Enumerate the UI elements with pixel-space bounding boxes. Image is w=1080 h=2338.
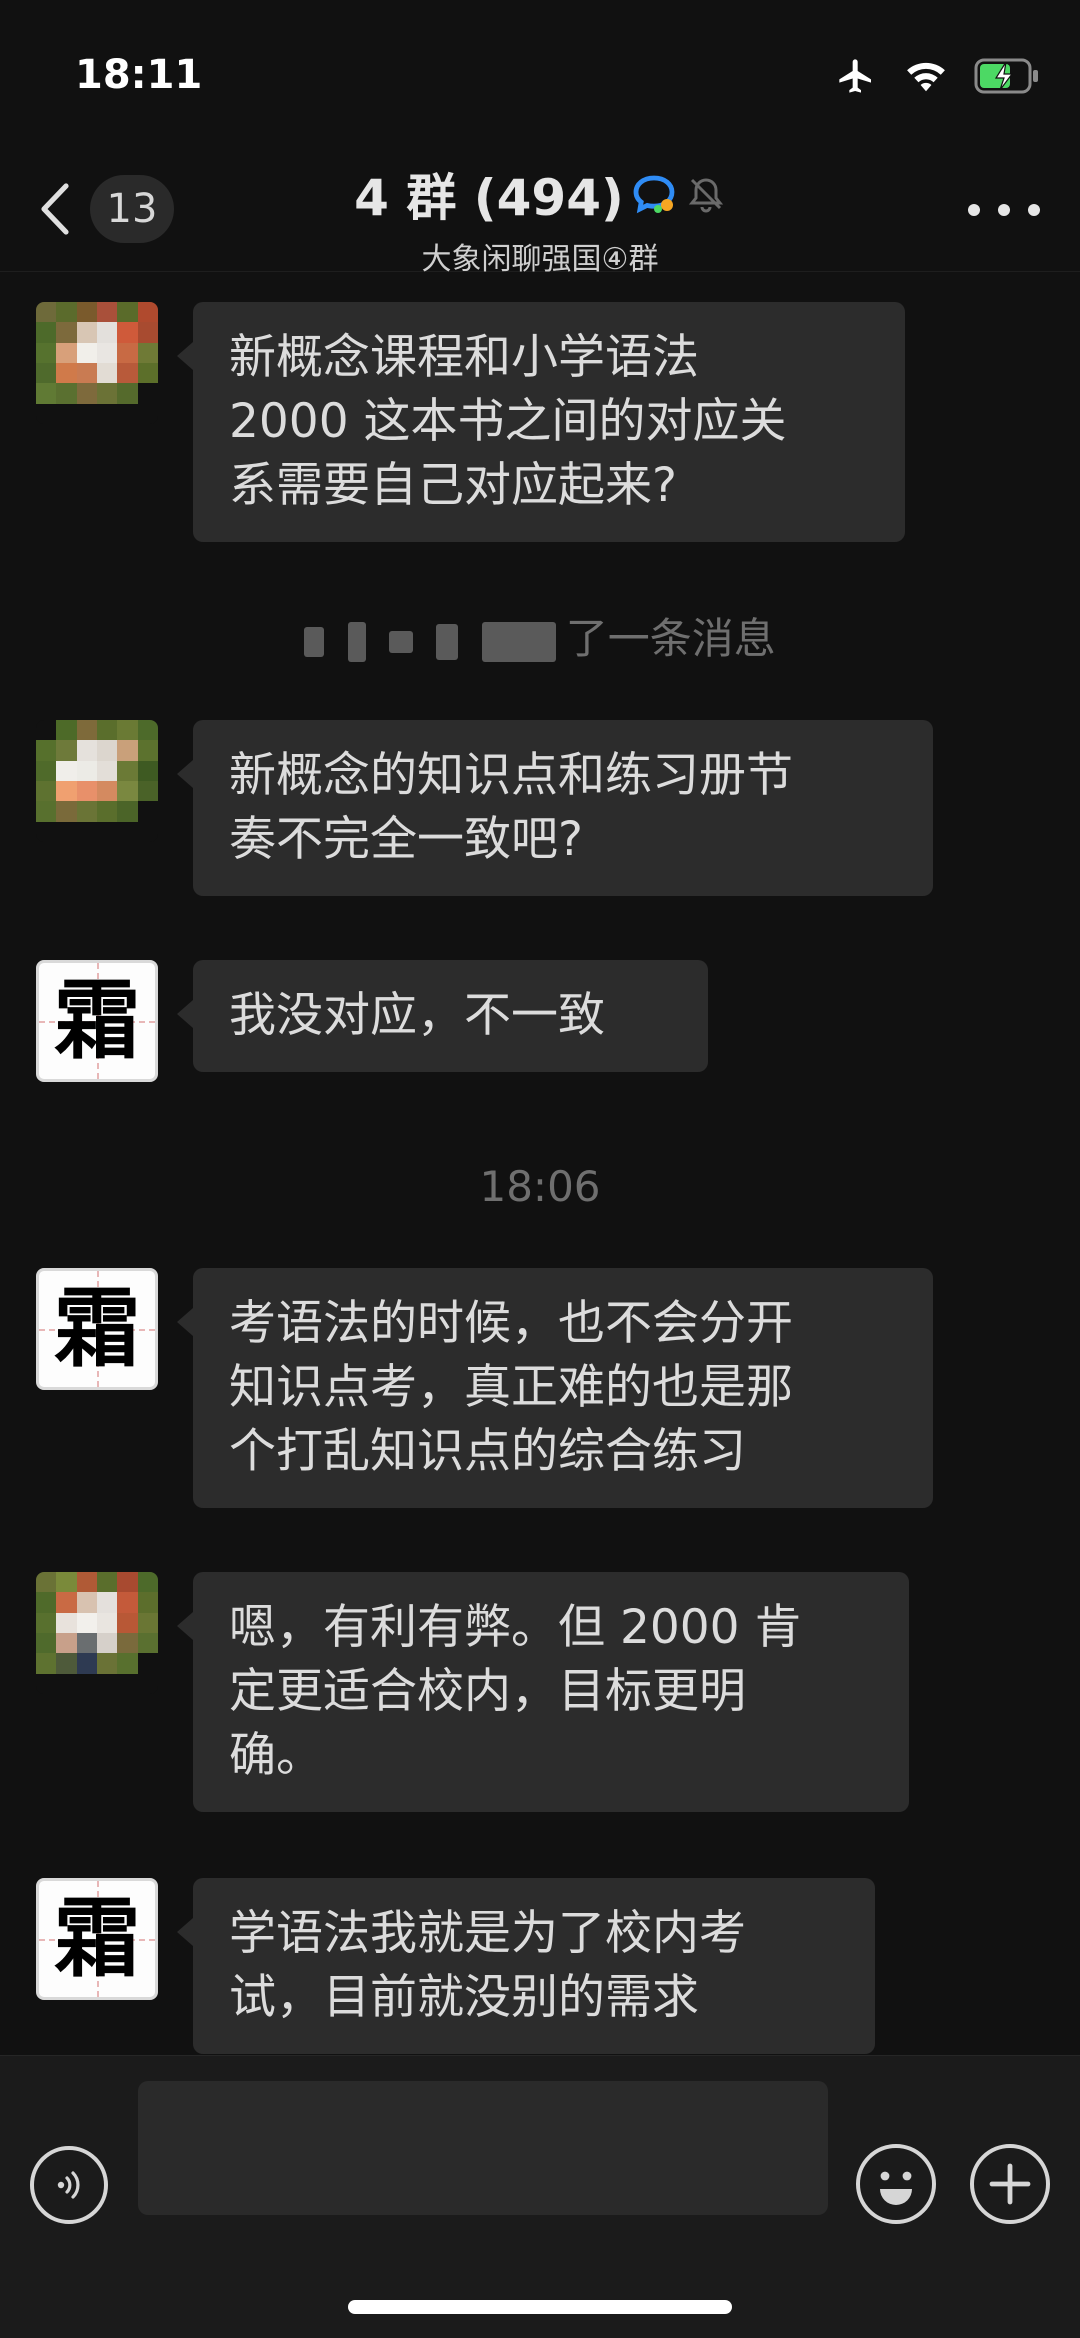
message-text-line: 我没对应，不一致 <box>229 988 605 1043</box>
voice-button[interactable] <box>30 2146 108 2224</box>
plus-icon <box>989 2163 1031 2205</box>
input-bar <box>0 2055 1080 2338</box>
voice-icon <box>57 2171 80 2199</box>
emoji-button[interactable] <box>856 2144 936 2224</box>
avatar[interactable] <box>36 720 158 842</box>
message-input[interactable] <box>138 2081 828 2215</box>
status-icons <box>834 56 1040 96</box>
avatar-character: 霜 <box>54 1888 140 1989</box>
message-text-line: 新概念的知识点和练习册节 <box>229 748 793 803</box>
airplane-icon <box>839 59 871 93</box>
nav-bar: 13 4 群 (494) 大象闲聊强国④群 <box>0 150 1080 277</box>
message-text-line: 嗯，有利有弊。但 2000 肯 <box>229 1600 802 1655</box>
message-bubble[interactable]: 新概念的知识点和练习册节 奏不完全一致吧? <box>177 720 933 896</box>
message-text-line: 知识点考，真正难的也是那 <box>229 1360 793 1415</box>
message-text-line: 确。 <box>229 1728 323 1783</box>
message-text-line: 学语法我就是为了校内考 <box>229 1906 746 1961</box>
message-text-line: 新概念课程和小学语法 <box>229 330 699 385</box>
battery-charging-icon <box>974 58 1038 94</box>
more-button[interactable] <box>968 180 1040 240</box>
page-title: 4 群 (494) <box>354 169 624 227</box>
wifi-icon <box>907 62 945 92</box>
avatar[interactable]: 霜 <box>36 1268 158 1390</box>
more-dots-icon <box>968 204 980 216</box>
recall-notice: 了一条消息 <box>0 605 1080 666</box>
avatar[interactable] <box>36 302 158 424</box>
chat-message-list[interactable]: 新概念课程和小学语法 2000 这本书之间的对应关 系需要自己对应起来? 了一条… <box>0 272 1080 2055</box>
message-text-line: 试，目前就没别的需求 <box>229 1970 699 2025</box>
nav-title-block[interactable]: 4 群 (494) 大象闲聊强国④群 <box>0 158 1080 278</box>
avatar[interactable]: 霜 <box>36 1878 158 2000</box>
avatar-character: 霜 <box>54 1278 140 1379</box>
redacted-name <box>304 626 325 657</box>
avatar-character: 霜 <box>54 970 140 1071</box>
message-text-line: 奏不完全一致吧? <box>229 812 583 867</box>
status-time: 18:11 <box>75 52 203 98</box>
home-indicator[interactable] <box>348 2300 732 2314</box>
message-text-line: 考语法的时候，也不会分开 <box>229 1296 793 1351</box>
bell-off-icon <box>688 178 723 213</box>
group-chat-badge-icon <box>633 175 675 214</box>
plus-button[interactable] <box>970 2144 1050 2224</box>
message-text-line: 个打乱知识点的综合练习 <box>229 1424 746 1479</box>
avatar[interactable]: 霜 <box>36 960 158 1082</box>
message-text-line: 系需要自己对应起来? <box>229 458 677 513</box>
message-bubble[interactable]: 我没对应，不一致 <box>177 960 708 1072</box>
message-text-line: 2000 这本书之间的对应关 <box>229 394 787 449</box>
timestamp: 18:06 <box>479 1162 601 1211</box>
message-bubble[interactable]: 新概念课程和小学语法 2000 这本书之间的对应关 系需要自己对应起来? <box>177 302 905 542</box>
avatar[interactable] <box>36 1572 158 1694</box>
message-text-line: 定更适合校内，目标更明 <box>229 1664 746 1719</box>
message-bubble[interactable]: 学语法我就是为了校内考 试，目前就没别的需求 <box>177 1878 875 2054</box>
message-bubble[interactable]: 嗯，有利有弊。但 2000 肯 定更适合校内，目标更明 确。 <box>177 1572 909 1812</box>
status-bar: 18:11 <box>0 0 1080 150</box>
message-bubble[interactable]: 考语法的时候，也不会分开 知识点考，真正难的也是那 个打乱知识点的综合练习 <box>177 1268 933 1508</box>
emoji-icon <box>880 2171 912 2205</box>
